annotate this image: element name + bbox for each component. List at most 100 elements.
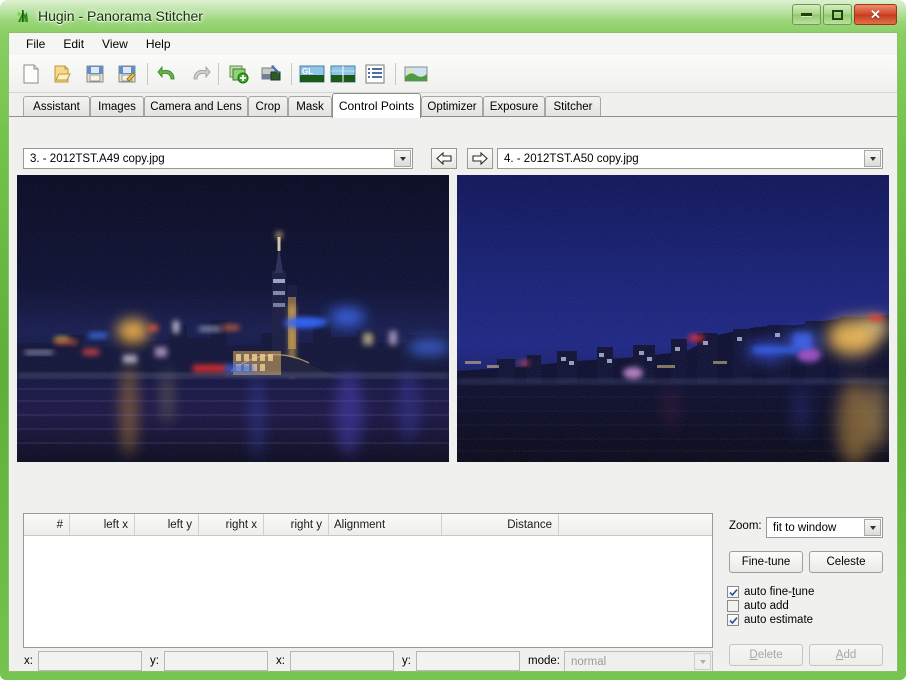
left-image-pane[interactable] xyxy=(17,175,449,468)
right-image-pane[interactable] xyxy=(457,175,889,468)
arrow-left-icon xyxy=(436,152,452,165)
right-y-label: y: xyxy=(402,655,411,667)
new-project-button[interactable] xyxy=(17,60,45,88)
tab-exposure[interactable]: Exposure xyxy=(483,96,545,117)
auto-fine-tune-checkbox[interactable] xyxy=(727,586,739,598)
client-area: File Edit View Help GL Assistant Images … xyxy=(8,32,898,672)
auto-estimate-checkbox-row[interactable]: auto estimate xyxy=(727,614,813,626)
zoom-select[interactable]: fit to window xyxy=(766,517,883,538)
save-as-disk-icon xyxy=(118,65,136,83)
save-as-project-button[interactable] xyxy=(113,60,141,88)
auto-add-checkbox[interactable] xyxy=(727,600,739,612)
undo-arrow-icon xyxy=(157,65,175,80)
list-icon xyxy=(365,64,385,84)
window-title: Hugin - Panorama Stitcher xyxy=(38,8,203,24)
chevron-down-icon[interactable] xyxy=(394,150,411,167)
right-image-select-value: 4. - 2012TST.A50 copy.jpg xyxy=(504,152,639,165)
night-skyline-photo-right[interactable] xyxy=(457,175,889,462)
gl-preview-icon: GL xyxy=(299,65,325,83)
chevron-down-icon[interactable] xyxy=(694,653,711,670)
column-header-index[interactable]: # xyxy=(24,514,70,535)
save-disk-icon xyxy=(86,65,104,83)
tab-stitcher[interactable]: Stitcher xyxy=(545,96,601,117)
left-y-label: y: xyxy=(150,655,159,667)
column-header-distance[interactable]: Distance xyxy=(442,514,559,535)
tab-crop[interactable]: Crop xyxy=(248,96,288,117)
preview-panorama-button[interactable] xyxy=(329,60,357,88)
right-y-input[interactable] xyxy=(416,651,520,671)
new-document-icon xyxy=(23,64,39,84)
fine-tune-button[interactable]: Fine-tune xyxy=(729,551,803,573)
undo-button[interactable] xyxy=(154,60,182,88)
tab-mask[interactable]: Mask xyxy=(288,96,332,117)
column-header-right-x[interactable]: right x xyxy=(199,514,264,535)
chevron-down-icon[interactable] xyxy=(864,519,881,536)
remove-points-button[interactable] xyxy=(257,60,285,88)
zoom-select-value: fit to window xyxy=(773,521,837,534)
column-header-spacer xyxy=(559,514,712,535)
coordinate-bar: x: y: x: y: mode: normal xyxy=(9,648,897,671)
column-header-right-y[interactable]: right y xyxy=(264,514,329,535)
stitch-image-icon xyxy=(404,66,428,82)
redo-button[interactable] xyxy=(186,60,214,88)
minimize-icon xyxy=(801,13,812,16)
menu-item-file[interactable]: File xyxy=(17,35,54,53)
column-header-left-x[interactable]: left x xyxy=(70,514,135,535)
tab-assistant[interactable]: Assistant xyxy=(23,96,90,117)
night-skyline-photo-left[interactable] xyxy=(17,175,449,462)
column-header-alignment[interactable]: Alignment xyxy=(329,514,442,535)
column-header-left-y[interactable]: left y xyxy=(135,514,199,535)
application-window: Hugin - Panorama Stitcher ✕ File Edit Vi… xyxy=(0,0,906,680)
auto-estimate-checkbox[interactable] xyxy=(727,614,739,626)
gl-preview-button[interactable]: GL xyxy=(298,60,326,88)
left-image-select[interactable]: 3. - 2012TST.A49 copy.jpg xyxy=(23,148,413,169)
maximize-button[interactable] xyxy=(823,4,852,25)
checkmark-icon xyxy=(728,588,738,596)
redo-arrow-icon xyxy=(193,65,211,80)
menu-bar: File Edit View Help xyxy=(9,33,897,55)
mode-select[interactable]: normal xyxy=(564,651,713,671)
left-x-input[interactable] xyxy=(38,651,142,671)
left-x-label: x: xyxy=(24,655,33,667)
auto-estimate-label: auto estimate xyxy=(744,614,814,626)
menu-item-view[interactable]: View xyxy=(93,35,137,53)
tab-images[interactable]: Images xyxy=(90,96,144,117)
control-points-panel: 3. - 2012TST.A49 copy.jpg 4. - 2012TST.A… xyxy=(9,117,897,671)
right-x-input[interactable] xyxy=(290,651,394,671)
left-y-input[interactable] xyxy=(164,651,268,671)
chevron-down-icon[interactable] xyxy=(864,150,881,167)
auto-fine-tune-label: auto fine-tune xyxy=(744,586,815,598)
right-image-select[interactable]: 4. - 2012TST.A50 copy.jpg xyxy=(497,148,883,169)
next-image-button[interactable] xyxy=(467,148,493,169)
auto-fine-tune-checkbox-row[interactable]: auto fine-tune xyxy=(727,586,814,598)
auto-add-label: auto add xyxy=(744,600,789,612)
toolbar: GL xyxy=(9,55,897,93)
stitch-button[interactable] xyxy=(402,60,430,88)
close-icon: ✕ xyxy=(870,7,881,22)
maximize-icon xyxy=(832,9,843,20)
tab-optimizer[interactable]: Optimizer xyxy=(421,96,483,117)
tab-bar: Assistant Images Camera and Lens Crop Ma… xyxy=(9,93,897,118)
minimize-button[interactable] xyxy=(792,4,821,25)
add-images-button[interactable] xyxy=(225,60,253,88)
open-project-button[interactable] xyxy=(49,60,77,88)
menu-item-edit[interactable]: Edit xyxy=(54,35,93,53)
tab-control-points[interactable]: Control Points xyxy=(332,93,421,118)
previous-image-button[interactable] xyxy=(431,148,457,169)
control-points-table[interactable]: # left x left y right x right y Alignmen… xyxy=(23,513,713,648)
save-project-button[interactable] xyxy=(81,60,109,88)
show-all-images-button[interactable] xyxy=(361,60,389,88)
remove-points-icon xyxy=(261,65,281,81)
close-button[interactable]: ✕ xyxy=(854,4,897,25)
menu-item-help[interactable]: Help xyxy=(137,35,180,53)
title-bar[interactable]: Hugin - Panorama Stitcher ✕ xyxy=(0,0,906,34)
tab-camera-and-lens[interactable]: Camera and Lens xyxy=(144,96,248,117)
auto-add-checkbox-row[interactable]: auto add xyxy=(727,600,789,612)
add-images-icon xyxy=(229,65,249,84)
celeste-button[interactable]: Celeste xyxy=(809,551,883,573)
preview-panorama-icon xyxy=(330,65,356,83)
table-header-row: # left x left y right x right y Alignmen… xyxy=(24,514,712,536)
hugin-logo-icon xyxy=(14,8,32,26)
mode-label: mode: xyxy=(528,655,560,667)
mode-select-value: normal xyxy=(571,655,607,668)
